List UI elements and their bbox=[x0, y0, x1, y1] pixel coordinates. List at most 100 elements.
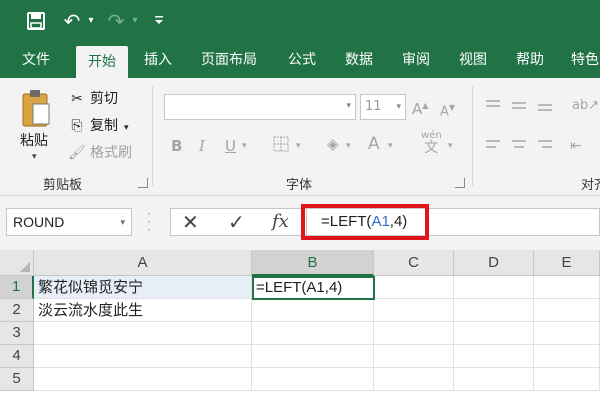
tab-home[interactable]: 开始 bbox=[76, 46, 128, 78]
row-header-3[interactable]: 3 bbox=[0, 322, 34, 345]
cell-b4[interactable] bbox=[252, 345, 374, 368]
font-color-dropdown-icon[interactable]: ▾ bbox=[388, 136, 393, 156]
tab-page-layout[interactable]: 页面布局 bbox=[201, 42, 257, 78]
bold-icon[interactable]: B bbox=[171, 136, 182, 156]
center-icon[interactable] bbox=[512, 140, 526, 142]
column-header-c[interactable]: C bbox=[374, 250, 454, 276]
fill-color-dropdown-icon[interactable]: ▾ bbox=[346, 136, 351, 156]
fill-color-icon[interactable]: ◈ bbox=[327, 134, 339, 154]
increase-font-size-icon[interactable]: A▲ bbox=[412, 96, 428, 119]
cell-b5[interactable] bbox=[252, 368, 374, 391]
select-all-button[interactable] bbox=[0, 250, 34, 276]
formula-bar-resize-handle[interactable]: · · · bbox=[147, 208, 151, 236]
cell-c4[interactable] bbox=[374, 345, 454, 368]
cell-d1[interactable] bbox=[454, 276, 534, 299]
tab-file[interactable]: 文件 bbox=[22, 42, 50, 78]
align-right-icon[interactable] bbox=[538, 140, 552, 142]
paste-dropdown-icon[interactable]: ▾ bbox=[32, 152, 37, 162]
phonetic-guide-icon[interactable]: wén 文 bbox=[421, 130, 442, 156]
align-middle-icon[interactable] bbox=[512, 102, 526, 104]
cancel-icon[interactable]: ✕ bbox=[182, 208, 199, 236]
font-name-dropdown-icon[interactable]: ▾ bbox=[346, 101, 351, 111]
cell-b1[interactable]: =LEFT(A1,4) bbox=[252, 276, 375, 300]
cell-a5[interactable] bbox=[34, 368, 252, 391]
borders-icon[interactable] bbox=[273, 136, 289, 157]
underline-dropdown-icon[interactable]: ▾ bbox=[242, 136, 247, 156]
tab-formulas[interactable]: 公式 bbox=[288, 42, 316, 78]
borders-dropdown-icon[interactable]: ▾ bbox=[296, 136, 301, 156]
cell-d5[interactable] bbox=[454, 368, 534, 391]
font-size-dropdown-icon[interactable]: ▾ bbox=[396, 95, 401, 119]
tab-insert[interactable]: 插入 bbox=[144, 42, 172, 78]
align-top-icon[interactable] bbox=[486, 100, 500, 102]
cell-c5[interactable] bbox=[374, 368, 454, 391]
cell-e4[interactable] bbox=[534, 345, 600, 368]
cell-a3[interactable] bbox=[34, 322, 252, 345]
cell-c2[interactable] bbox=[374, 299, 454, 322]
row-header-2[interactable]: 2 bbox=[0, 299, 34, 322]
scissors-icon: ✂ bbox=[71, 91, 83, 107]
cell-a4[interactable] bbox=[34, 345, 252, 368]
cell-c1[interactable] bbox=[375, 276, 454, 299]
cell-b3[interactable] bbox=[252, 322, 374, 345]
font-launcher-icon[interactable] bbox=[455, 178, 465, 188]
redo-icon[interactable]: ↷ bbox=[104, 8, 128, 34]
format-painter-button[interactable]: 🖌 格式刷 bbox=[68, 142, 132, 164]
cell-c3[interactable] bbox=[374, 322, 454, 345]
insert-function-icon[interactable]: fx bbox=[272, 208, 289, 236]
italic-icon[interactable]: I bbox=[199, 136, 205, 156]
row-header-5[interactable]: 5 bbox=[0, 368, 34, 391]
tab-help[interactable]: 帮助 bbox=[516, 42, 544, 78]
cut-button[interactable]: ✂ 剪切 bbox=[68, 88, 118, 110]
column-header-b[interactable]: B bbox=[252, 250, 374, 276]
formula-highlight-box bbox=[301, 204, 429, 240]
copy-icon: ⎘ bbox=[71, 118, 83, 134]
column-header-e[interactable]: E bbox=[534, 250, 600, 276]
column-header-d[interactable]: D bbox=[454, 250, 534, 276]
align-bottom-icon[interactable] bbox=[538, 104, 552, 106]
font-size-box[interactable]: 11 ▾ bbox=[360, 94, 406, 120]
column-header-a[interactable]: A bbox=[34, 250, 252, 276]
copy-dropdown-icon[interactable]: ▾ bbox=[124, 123, 129, 133]
copy-button[interactable]: ⎘ 复制 ▾ bbox=[68, 115, 129, 137]
cell-a2[interactable]: 淡云流水度此生 bbox=[34, 299, 252, 322]
cell-d4[interactable] bbox=[454, 345, 534, 368]
align-middle-icon-line bbox=[512, 107, 526, 109]
formula-bar: ROUND ▾ · · · ✕ ✓ fx =LEFT(A1,4) bbox=[0, 196, 600, 250]
enter-checkmark-icon[interactable]: ✓ bbox=[228, 208, 245, 236]
cell-e2[interactable] bbox=[534, 299, 600, 322]
clipboard-group-label: 剪贴板 bbox=[43, 178, 83, 193]
undo-dropdown-icon[interactable]: ▾ bbox=[86, 8, 96, 34]
cell-e1[interactable] bbox=[534, 276, 600, 299]
customize-icon[interactable] bbox=[152, 8, 166, 34]
tab-view[interactable]: 视图 bbox=[459, 42, 487, 78]
name-box[interactable]: ROUND ▾ bbox=[6, 208, 132, 236]
align-left-icon-line bbox=[486, 146, 496, 148]
font-color-icon[interactable]: A bbox=[368, 134, 380, 154]
cell-e3[interactable] bbox=[534, 322, 600, 345]
cell-d2[interactable] bbox=[454, 299, 534, 322]
undo-icon[interactable]: ↶ bbox=[60, 8, 84, 34]
cell-b2[interactable] bbox=[252, 300, 374, 322]
cell-e5[interactable] bbox=[534, 368, 600, 391]
clipboard-launcher-icon[interactable] bbox=[138, 178, 148, 188]
row-header-1[interactable]: 1 bbox=[0, 276, 34, 299]
redo-dropdown-icon[interactable]: ▾ bbox=[130, 8, 140, 34]
decrease-font-size-icon[interactable]: A▼ bbox=[440, 98, 455, 122]
tab-data[interactable]: 数据 bbox=[345, 42, 373, 78]
decrease-indent-icon[interactable]: ⇤ bbox=[570, 136, 582, 156]
tab-featured[interactable]: 特色 bbox=[571, 42, 599, 78]
orientation-icon[interactable]: ab↗ bbox=[572, 96, 599, 116]
name-box-dropdown-icon[interactable]: ▾ bbox=[120, 209, 125, 235]
cell-d3[interactable] bbox=[454, 322, 534, 345]
paste-icon[interactable] bbox=[20, 88, 52, 128]
phonetic-dropdown-icon[interactable]: ▾ bbox=[448, 136, 453, 156]
align-left-icon[interactable] bbox=[486, 140, 500, 142]
tab-review[interactable]: 审阅 bbox=[402, 42, 430, 78]
row-header-4[interactable]: 4 bbox=[0, 345, 34, 368]
paste-button[interactable]: 粘贴 bbox=[20, 130, 48, 150]
cell-a1[interactable]: 繁花似锦觅安宁 bbox=[34, 276, 252, 299]
underline-icon[interactable]: U bbox=[225, 136, 236, 156]
font-name-box[interactable]: ▾ bbox=[164, 94, 356, 120]
save-icon[interactable] bbox=[24, 8, 48, 34]
